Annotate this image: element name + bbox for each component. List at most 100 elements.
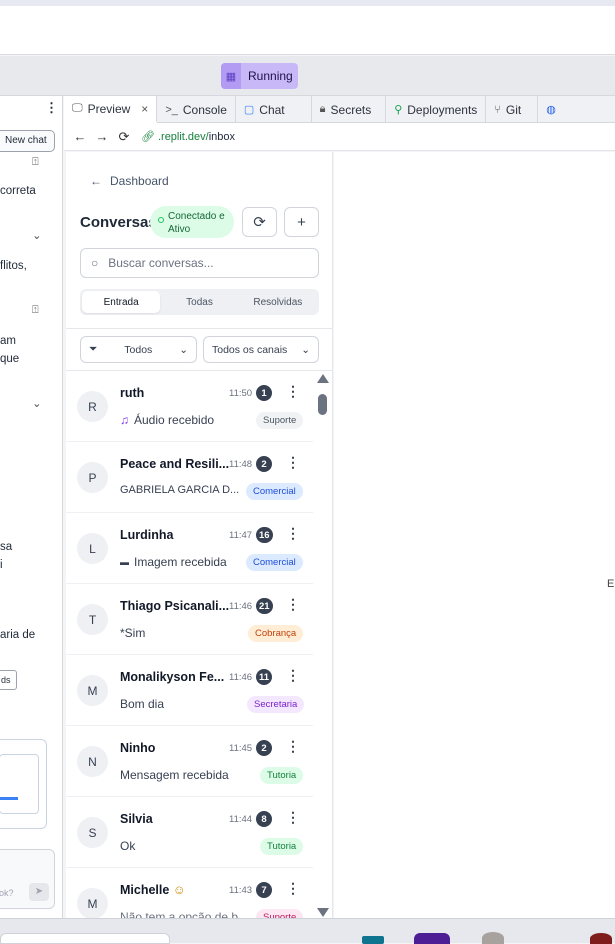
dashboard-link[interactable]: ← Dashboard bbox=[90, 174, 169, 188]
tab-entrada[interactable]: Entrada bbox=[82, 291, 161, 313]
url-field[interactable]: 🔗︎ .replit.dev/inbox bbox=[141, 130, 235, 144]
tab-label: Preview bbox=[87, 101, 131, 116]
conversation-row[interactable]: M Michelle ☺ 11:43 7 ⋮ Não tem a opção d… bbox=[66, 868, 313, 918]
bookmark-icon[interactable]: ⍐ bbox=[32, 304, 39, 317]
more-options-icon[interactable]: ⋮ bbox=[286, 596, 300, 613]
tab-label: Secrets bbox=[330, 102, 372, 117]
conversation-row[interactable]: S Silvia 11:44 8 ⋮ Ok Tutoria bbox=[66, 797, 313, 868]
tab-preview[interactable]: 🖵 Preview × bbox=[64, 96, 158, 123]
panel-menu-icon[interactable]: ⋮ bbox=[45, 100, 58, 116]
timestamp: 11:46 bbox=[229, 672, 253, 683]
avatar[interactable] bbox=[482, 932, 504, 944]
chat-input[interactable]: ok? ➤ bbox=[0, 849, 55, 909]
dashboard-label: Dashboard bbox=[110, 174, 169, 188]
category-badge: Suporte bbox=[256, 412, 304, 429]
app-icon[interactable] bbox=[414, 933, 450, 944]
git-icon: ⑂ bbox=[494, 103, 501, 116]
tab-chat[interactable]: ▢ Chat bbox=[236, 96, 312, 123]
refresh-icon[interactable]: ⟳ bbox=[113, 129, 135, 145]
tab-todas[interactable]: Todas bbox=[160, 291, 238, 313]
tab-console[interactable]: >_ Console bbox=[157, 96, 236, 123]
chat-input-placeholder: ok? bbox=[0, 888, 14, 898]
unread-count: 1 bbox=[256, 385, 272, 401]
channel-filter-select[interactable]: Todos os canais ⌄ bbox=[203, 336, 319, 363]
send-icon[interactable]: ➤ bbox=[29, 883, 49, 901]
scrollbar[interactable] bbox=[316, 374, 330, 918]
clipped-text: E bbox=[607, 578, 615, 590]
more-options-icon[interactable]: ⋮ bbox=[286, 454, 300, 471]
tab-label: Chat bbox=[259, 102, 285, 117]
running-button[interactable]: ▦ Running bbox=[221, 63, 298, 89]
refresh-button[interactable]: ⟳ bbox=[242, 207, 277, 237]
new-chat-button[interactable]: New chat bbox=[0, 130, 55, 152]
divider bbox=[66, 328, 332, 329]
more-options-icon[interactable]: ⋮ bbox=[286, 383, 300, 400]
close-icon[interactable]: × bbox=[141, 102, 148, 116]
scroll-thumb[interactable] bbox=[318, 394, 327, 415]
preview-text: Bom dia bbox=[120, 697, 165, 711]
conversation-row[interactable]: N Ninho 11:45 2 ⋮ Mensagem recebida Tuto… bbox=[66, 726, 313, 797]
more-options-icon[interactable]: ⋮ bbox=[286, 880, 300, 897]
url-bar: ← → ⟳ 🔗︎ .replit.dev/inbox bbox=[64, 123, 615, 151]
more-options-icon[interactable]: ⋮ bbox=[286, 525, 300, 542]
contact-name: Silvia bbox=[120, 812, 153, 826]
conversation-row[interactable]: L Lurdinha 11:47 16 ⋮ ▬ Imagem recebida C… bbox=[66, 513, 313, 584]
arrow-left-icon: ← bbox=[90, 174, 102, 188]
more-options-icon[interactable]: ⋮ bbox=[286, 809, 300, 826]
tab-resolvidas[interactable]: Resolvidas bbox=[239, 291, 317, 313]
inbox-app: ← Dashboard Conversas Conectado e Ativo … bbox=[66, 152, 333, 918]
avatar: L bbox=[77, 533, 108, 564]
message-preview: GABRIELA GARCIA D... bbox=[120, 484, 239, 496]
add-conversation-button[interactable]: + bbox=[284, 207, 319, 237]
status-dot-icon bbox=[158, 217, 164, 223]
tab-deployments[interactable]: ⚲ Deployments bbox=[386, 96, 487, 123]
preview-text: Mensagem recebida bbox=[120, 768, 229, 782]
preview-text: Ok bbox=[120, 839, 136, 853]
taskbar-search[interactable] bbox=[0, 933, 170, 944]
avatar: R bbox=[77, 391, 108, 422]
tab-label: Git bbox=[505, 102, 522, 117]
message-preview: Bom dia bbox=[120, 697, 164, 711]
lock-icon: 🔒︎ bbox=[319, 103, 326, 115]
conversation-row[interactable]: T Thiago Psicanali... 11:46 21 ⋮ *Sim Co… bbox=[66, 584, 313, 655]
preview-card[interactable] bbox=[0, 739, 47, 829]
category-badge: Cobrança bbox=[248, 625, 304, 642]
category-badge: Tutoria bbox=[260, 838, 304, 855]
chevron-down-icon: ⌄ bbox=[301, 343, 310, 356]
back-arrow-icon[interactable]: ← bbox=[69, 129, 91, 144]
url-domain: .replit.dev/ bbox=[157, 130, 209, 143]
filter-icon: ⏷ bbox=[89, 343, 98, 355]
scroll-up-icon[interactable] bbox=[317, 374, 329, 383]
app-icon[interactable] bbox=[590, 933, 612, 944]
conversation-row[interactable]: M Monalikyson Fe... 11:46 11 ⋮ Bom dia S… bbox=[66, 655, 313, 726]
tab-secrets[interactable]: 🔒︎ Secrets bbox=[312, 96, 387, 123]
tab-git[interactable]: ⑂ Git bbox=[486, 96, 539, 123]
conversation-row[interactable]: P Peace and Resili... 11:48 2 ⋮ GABRIELA… bbox=[66, 442, 313, 513]
category-badge: Tutoria bbox=[260, 767, 304, 784]
new-chat-label: New chat bbox=[5, 135, 47, 146]
bookmark-icon[interactable]: ⍐ bbox=[32, 156, 39, 169]
contact-name: Ninho bbox=[120, 741, 156, 755]
scroll-down-icon[interactable] bbox=[317, 908, 329, 917]
chat-snippet: i bbox=[0, 559, 3, 571]
conversation-list: R ruth 11:50 1 ⋮ ♫ Áudio recebido Suporte… bbox=[66, 371, 313, 918]
chevron-down-icon[interactable]: ⌄ bbox=[32, 228, 42, 242]
search-input[interactable]: ○ Buscar conversas... bbox=[80, 248, 319, 278]
category-badge: Suporte bbox=[256, 909, 304, 918]
inbox-tabs: Entrada Todas Resolvidas bbox=[80, 289, 319, 315]
more-options-icon[interactable]: ⋮ bbox=[286, 667, 300, 684]
contact-name: Lurdinha bbox=[120, 528, 174, 542]
status-filter-select[interactable]: ⏷ Todos ⌄ bbox=[80, 336, 197, 363]
action-chip[interactable]: ds bbox=[0, 670, 17, 690]
unread-count: 7 bbox=[256, 882, 272, 898]
conversation-row[interactable]: R ruth 11:50 1 ⋮ ♫ Áudio recebido Suporte bbox=[66, 371, 313, 442]
chevron-down-icon[interactable]: ⌄ bbox=[32, 396, 42, 410]
forward-arrow-icon[interactable]: → bbox=[91, 129, 113, 144]
status-filter-value: Todos bbox=[124, 343, 153, 356]
agent-chat-panel: ⋮ New chat ⍐ correta ⌄ flitos, ⍐ am que … bbox=[0, 96, 63, 918]
tab-more[interactable]: ◍ bbox=[538, 96, 564, 123]
message-preview: *Sim bbox=[120, 626, 145, 640]
more-options-icon[interactable]: ⋮ bbox=[286, 738, 300, 755]
category-badge: Comercial bbox=[246, 483, 303, 500]
chat-snippet: correta bbox=[0, 185, 36, 197]
